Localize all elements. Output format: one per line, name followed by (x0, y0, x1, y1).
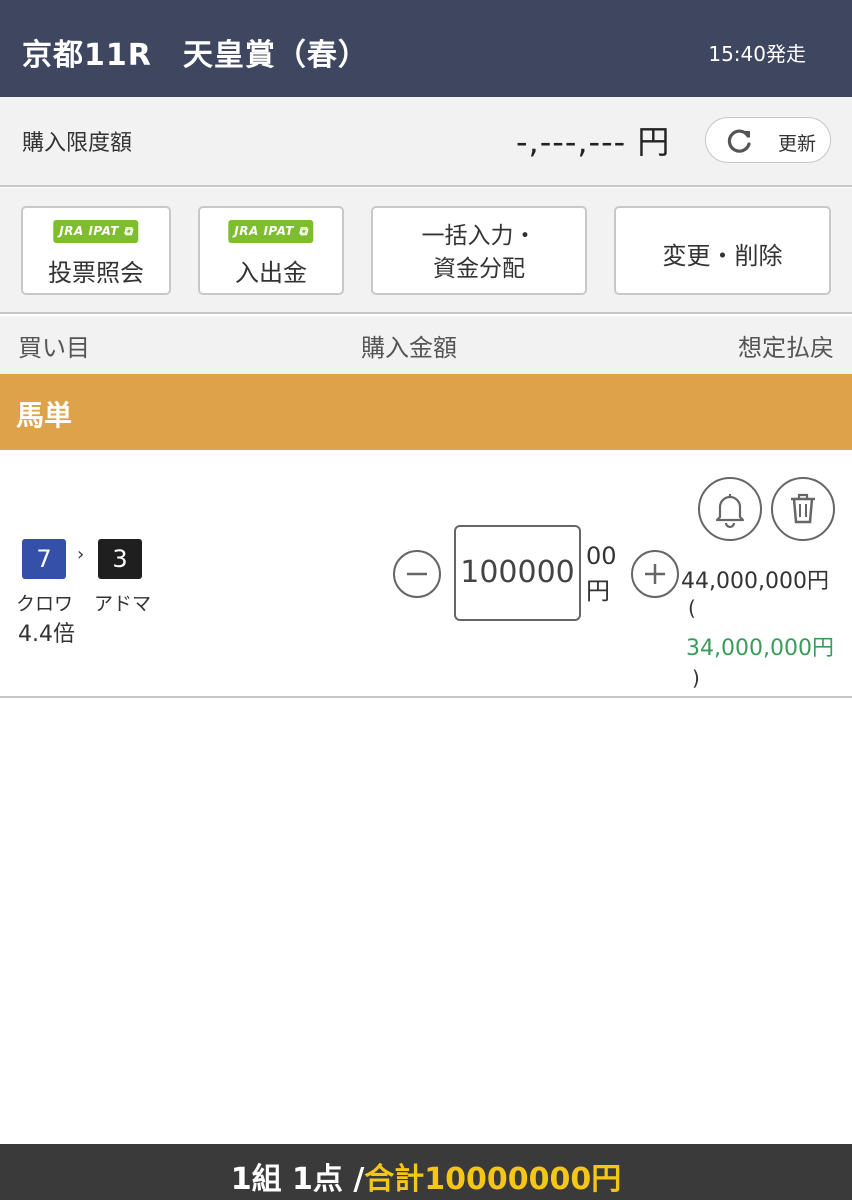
bulk-input-label-line1: 一括入力・ (421, 223, 537, 249)
toolbar: JRA IPAT ⧉ 投票照会 JRA IPAT ⧉ 入出金 一括入力・ 資金分… (0, 188, 852, 314)
vote-inquiry-button[interactable]: JRA IPAT ⧉ 投票照会 (21, 206, 171, 295)
minus-icon (407, 572, 427, 576)
deposit-button[interactable]: JRA IPAT ⧉ 入出金 (198, 206, 344, 295)
change-delete-label: 変更・削除 (662, 242, 783, 270)
change-delete-button[interactable]: 変更・削除 (614, 206, 831, 295)
column-amount: 購入金額 (361, 334, 457, 362)
bell-icon (715, 494, 745, 529)
delete-button[interactable] (771, 477, 835, 541)
estimated-profit: 34,000,000円 (686, 636, 834, 661)
summary-footer: 1組 1点 /合計10000000円 (0, 1144, 852, 1200)
decrement-button[interactable] (393, 550, 441, 598)
purchase-limit-amount: -,---,--- 円 (516, 123, 671, 161)
race-title: 京都11R 天皇賞（春） (22, 38, 369, 73)
plus-icon (645, 564, 665, 584)
purchase-limit-label: 購入限度額 (22, 131, 133, 156)
jra-ipat-badge: JRA IPAT ⧉ (53, 220, 139, 243)
horse-number-badge: 7 (22, 539, 66, 579)
horse-name: アドマ (94, 593, 152, 615)
bet-type-section: 馬単 (0, 374, 852, 450)
amount-unit-hundreds: 00 (586, 542, 617, 570)
refresh-label: 更新 (778, 133, 817, 155)
column-header: 買い目 購入金額 想定払戻 (0, 316, 852, 374)
paren-open: ( (688, 596, 696, 620)
purchase-limit-row: 購入限度額 -,---,--- 円 更新 (0, 97, 852, 187)
paren-close: ) (692, 666, 700, 690)
jra-ipat-badge: JRA IPAT ⧉ (228, 220, 314, 243)
bulk-input-label-line2: 資金分配 (433, 256, 525, 282)
deposit-label: 入出金 (235, 259, 307, 287)
refresh-button[interactable]: 更新 (705, 117, 831, 163)
trash-icon (791, 493, 815, 524)
column-bet: 買い目 (18, 334, 90, 362)
external-link-icon: ⧉ (123, 224, 133, 238)
amount-unit-yen: 円 (586, 577, 610, 605)
post-time: 15:40発走 (708, 42, 806, 66)
bet-row: 7 › 3 クロワ アドマ 4.4倍 100000 00 円 44,000,00… (0, 450, 852, 698)
chevron-right-icon: › (77, 544, 85, 565)
vote-inquiry-label: 投票照会 (48, 259, 144, 287)
external-link-icon: ⧉ (298, 224, 308, 238)
refresh-icon (726, 127, 754, 155)
summary-count: 1組 1点 / (230, 1162, 365, 1197)
race-header: 京都11R 天皇賞（春） 15:40発走 (0, 0, 852, 97)
odds: 4.4倍 (18, 622, 75, 647)
increment-button[interactable] (631, 550, 679, 598)
bet-type-title: 馬単 (16, 399, 73, 432)
summary-total: 合計10000000円 (364, 1162, 622, 1197)
horse-number-badge: 3 (98, 539, 142, 579)
amount-input[interactable]: 100000 (454, 525, 581, 621)
horse-name: クロワ (16, 593, 74, 615)
bulk-input-button[interactable]: 一括入力・ 資金分配 (371, 206, 587, 295)
estimated-payout: 44,000,000円 (681, 569, 829, 594)
notification-button[interactable] (698, 477, 762, 541)
column-payout: 想定払戻 (738, 334, 834, 362)
